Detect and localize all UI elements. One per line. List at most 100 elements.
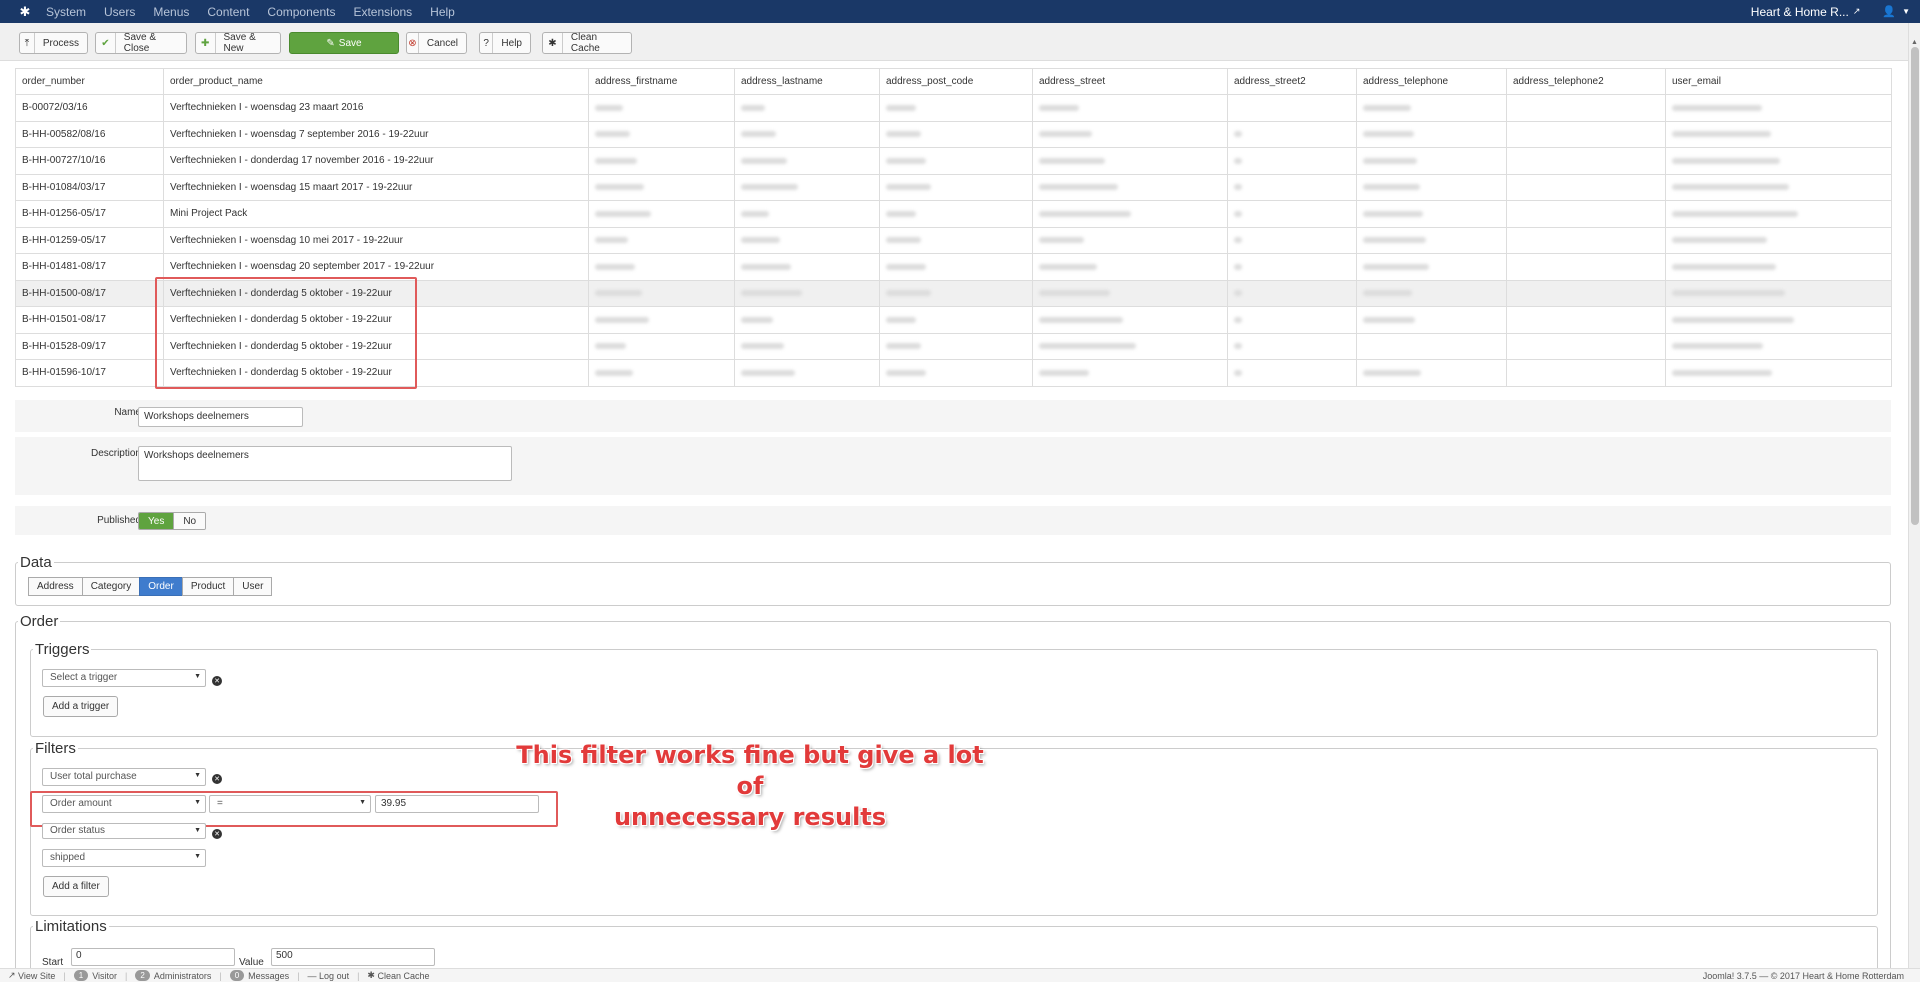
redacted-text bbox=[595, 343, 626, 350]
redacted-cell bbox=[1032, 279, 1228, 307]
redacted-text bbox=[1234, 131, 1242, 138]
redacted-text bbox=[886, 290, 931, 297]
trigger-select[interactable]: Select a trigger ▼ bbox=[42, 669, 206, 687]
redacted-text bbox=[595, 316, 649, 323]
remove-filter-3-icon[interactable]: ✕ bbox=[212, 829, 222, 839]
redacted-text bbox=[741, 184, 798, 191]
menu-users[interactable]: Users bbox=[104, 5, 135, 19]
redacted-cell bbox=[1665, 147, 1892, 175]
menu-help[interactable]: Help bbox=[430, 5, 455, 19]
redacted-text bbox=[741, 237, 780, 244]
clean-cache-button[interactable]: ✱ Clean Cache bbox=[542, 32, 632, 54]
filter-select-3[interactable]: Order status ▼ bbox=[42, 823, 206, 839]
table-row[interactable]: B-HH-01084/03/17 Verftechnieken I - woens… bbox=[15, 173, 1892, 201]
redacted-text bbox=[1039, 104, 1079, 111]
description-textarea[interactable]: Workshops deelnemers bbox=[138, 446, 512, 481]
joomla-logo-icon[interactable]: ✱ bbox=[14, 0, 36, 23]
column-header: user_email bbox=[1665, 68, 1892, 95]
redacted-text bbox=[886, 263, 926, 270]
redacted-text bbox=[886, 104, 916, 111]
save-close-button[interactable]: ✔ Save & Close bbox=[95, 32, 187, 54]
visitor-link[interactable]: 1 Visitor bbox=[73, 970, 117, 981]
minus-icon: — bbox=[307, 970, 320, 981]
redacted-cell bbox=[1356, 253, 1507, 281]
menu-extensions[interactable]: Extensions bbox=[353, 5, 412, 19]
redacted-cell bbox=[1506, 120, 1666, 148]
scrollbar-thumb[interactable] bbox=[1911, 47, 1919, 525]
save-button[interactable]: ✎ Save bbox=[289, 32, 399, 54]
published-yes-button[interactable]: Yes bbox=[139, 513, 174, 529]
tab-order[interactable]: Order bbox=[139, 577, 183, 596]
add-trigger-button[interactable]: Add a trigger bbox=[43, 696, 119, 717]
filters-legend: Filters bbox=[35, 740, 76, 757]
user-menu-icon[interactable]: 👤 bbox=[1882, 5, 1896, 18]
redacted-cell bbox=[1506, 147, 1666, 175]
table-row[interactable]: B-HH-01256-05/17 Mini Project Pack bbox=[15, 200, 1892, 228]
description-row: Description Workshops deelnemers bbox=[15, 437, 1891, 495]
menu-content[interactable]: Content bbox=[207, 5, 249, 19]
triggers-fieldset: Triggers bbox=[30, 641, 1878, 737]
tab-product[interactable]: Product bbox=[181, 577, 235, 596]
chevron-down-icon[interactable]: ▼ bbox=[1902, 7, 1910, 16]
remove-trigger-icon[interactable]: ✕ bbox=[212, 676, 222, 686]
clean-cache-link[interactable]: ✱ Clean Cache bbox=[367, 970, 429, 981]
redacted-text bbox=[1363, 104, 1411, 111]
site-name-link[interactable]: Heart & Home R... bbox=[1751, 5, 1849, 19]
redacted-text bbox=[595, 157, 637, 164]
add-filter-button[interactable]: Add a filter bbox=[43, 876, 109, 897]
filter-status-select[interactable]: shipped ▼ bbox=[42, 849, 206, 867]
menu-components[interactable]: Components bbox=[267, 5, 335, 19]
table-row[interactable]: B-HH-00582/08/16 Verftechnieken I - woens… bbox=[15, 120, 1892, 148]
save-new-button[interactable]: ✚ Save & New bbox=[195, 32, 281, 54]
redacted-cell bbox=[734, 94, 880, 122]
redacted-text bbox=[1234, 237, 1242, 244]
redacted-text bbox=[1672, 343, 1763, 350]
table-row[interactable]: B-00072/03/16 Verftechnieken I - woensdag… bbox=[15, 94, 1892, 122]
help-button[interactable]: ? Help bbox=[479, 32, 531, 54]
table-row[interactable]: B-HH-00727/10/16 Verftechnieken I - donde… bbox=[15, 147, 1892, 175]
order-number-cell: B-HH-01501-08/17 bbox=[15, 306, 164, 334]
redacted-cell bbox=[1356, 200, 1507, 228]
column-header: address_lastname bbox=[734, 68, 880, 95]
redacted-cell bbox=[1506, 359, 1666, 387]
filter-select-1[interactable]: User total purchase ▼ bbox=[42, 768, 206, 786]
edit-icon: ✎ bbox=[326, 37, 335, 49]
tab-user[interactable]: User bbox=[233, 577, 273, 596]
redacted-cell bbox=[734, 279, 880, 307]
tab-address[interactable]: Address bbox=[28, 577, 83, 596]
value-input[interactable]: 500 bbox=[271, 948, 435, 966]
remove-filter-1-icon[interactable]: ✕ bbox=[212, 774, 222, 784]
table-row[interactable]: B-HH-01259-05/17 Verftechnieken I - woens… bbox=[15, 226, 1892, 254]
cancel-button[interactable]: ⊗ Cancel bbox=[406, 32, 467, 54]
redacted-cell bbox=[1356, 359, 1507, 387]
product-name-cell: Verftechnieken I - donderdag 17 november… bbox=[163, 147, 589, 175]
redacted-text bbox=[1039, 237, 1084, 244]
redacted-text bbox=[1363, 290, 1412, 297]
administrators-link[interactable]: 2 Administrators bbox=[135, 970, 211, 981]
redacted-cell bbox=[1665, 306, 1892, 334]
published-no-button[interactable]: No bbox=[173, 513, 206, 529]
order-number-cell: B-HH-01084/03/17 bbox=[15, 173, 164, 201]
redacted-text bbox=[1039, 131, 1092, 138]
redacted-text bbox=[1363, 369, 1421, 376]
toolbar: ⤒ Process ✔ Save & Close ✚ Save & New ✎ … bbox=[0, 23, 1908, 61]
column-header: address_street2 bbox=[1227, 68, 1357, 95]
redacted-cell bbox=[1227, 359, 1357, 387]
redacted-cell bbox=[588, 253, 735, 281]
process-button[interactable]: ⤒ Process bbox=[19, 32, 88, 54]
redacted-text bbox=[1234, 157, 1242, 164]
menu-menus[interactable]: Menus bbox=[153, 5, 189, 19]
tab-category[interactable]: Category bbox=[81, 577, 141, 596]
messages-link[interactable]: 0 Messages bbox=[229, 970, 289, 981]
annotation-note: This filter works fine but give a lot of… bbox=[500, 740, 1000, 833]
menu-system[interactable]: System bbox=[46, 5, 86, 19]
redacted-text bbox=[1363, 157, 1417, 164]
name-input[interactable]: Workshops deelnemers bbox=[138, 407, 303, 427]
view-site-link[interactable]: ↗ View Site bbox=[8, 970, 55, 981]
logout-link[interactable]: — Log out bbox=[308, 971, 350, 981]
redacted-text bbox=[1234, 316, 1242, 323]
redacted-cell bbox=[1032, 147, 1228, 175]
start-input[interactable]: 0 bbox=[71, 948, 235, 966]
scroll-up-icon[interactable]: ▲ bbox=[1911, 39, 1918, 46]
page-scrollbar[interactable]: ▲ bbox=[1908, 23, 1920, 968]
